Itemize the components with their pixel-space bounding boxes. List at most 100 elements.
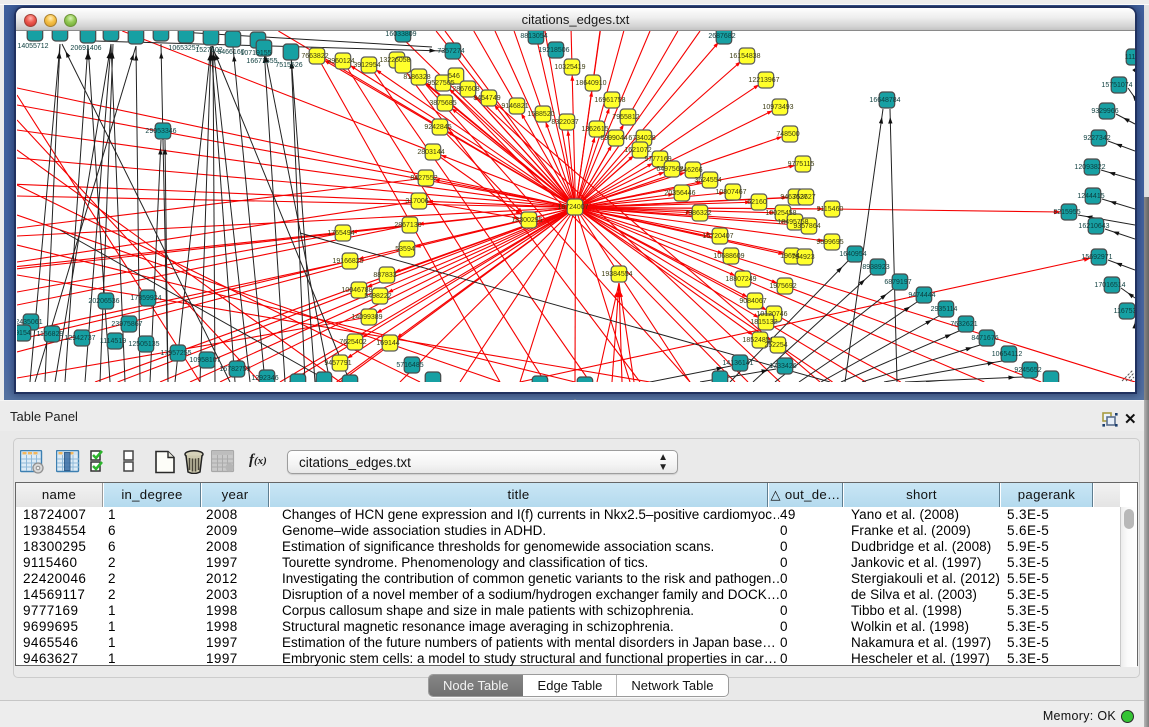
svg-text:1621072: 1621072 bbox=[624, 147, 651, 154]
svg-text:10325419: 10325419 bbox=[554, 64, 585, 71]
svg-text:16154838: 16154838 bbox=[729, 53, 760, 60]
svg-text:169144: 169144 bbox=[376, 340, 399, 347]
svg-text:1733426: 1733426 bbox=[769, 363, 796, 370]
svg-text:9777169: 9777169 bbox=[644, 156, 671, 163]
svg-text:15720407: 15720407 bbox=[702, 233, 733, 240]
svg-text:7357274: 7357274 bbox=[437, 48, 464, 55]
svg-text:746266: 746266 bbox=[679, 167, 702, 174]
svg-text:9329966: 9329966 bbox=[1091, 108, 1118, 115]
svg-text:10973493: 10973493 bbox=[762, 104, 793, 111]
svg-text:8427552: 8427552 bbox=[410, 175, 437, 182]
svg-text:14055712: 14055712 bbox=[17, 43, 48, 50]
svg-text:2935114: 2935114 bbox=[931, 306, 958, 313]
svg-text:1640954: 1640954 bbox=[839, 251, 866, 258]
svg-text:7955812: 7955812 bbox=[612, 114, 639, 121]
svg-text:3624554: 3624554 bbox=[694, 177, 721, 184]
svg-text:18640910: 18640910 bbox=[575, 80, 606, 87]
svg-text:2687682: 2687682 bbox=[708, 33, 735, 40]
svg-text:18807249: 18807249 bbox=[725, 276, 756, 283]
svg-text:1117: 1117 bbox=[1125, 54, 1135, 61]
svg-text:5498222: 5498222 bbox=[364, 293, 391, 300]
svg-text:8813054: 8813054 bbox=[520, 33, 547, 40]
svg-text:16782759: 16782759 bbox=[219, 366, 250, 373]
svg-text:10025458: 10025458 bbox=[765, 210, 796, 217]
svg-text:16961758: 16961758 bbox=[594, 97, 625, 104]
svg-text:9775115: 9775115 bbox=[788, 161, 815, 168]
svg-text:7632621: 7632621 bbox=[950, 321, 977, 328]
svg-text:5716485: 5716485 bbox=[396, 362, 423, 369]
svg-text:17359924: 17359924 bbox=[130, 295, 161, 302]
svg-text:10120746: 10120746 bbox=[756, 311, 787, 318]
svg-text:1114519: 1114519 bbox=[100, 338, 126, 345]
svg-text:9146821: 9146821 bbox=[501, 103, 528, 110]
svg-text:1362615: 1362615 bbox=[581, 126, 608, 133]
svg-text:10688609: 10688609 bbox=[713, 253, 744, 260]
svg-text:14099389: 14099389 bbox=[351, 314, 382, 321]
svg-text:20206536: 20206536 bbox=[88, 298, 119, 305]
svg-text:1588520: 1588520 bbox=[527, 111, 554, 118]
svg-text:13226058: 13226058 bbox=[379, 57, 410, 64]
svg-text:16033809: 16033809 bbox=[385, 31, 416, 38]
svg-text:9899695: 9899695 bbox=[816, 239, 843, 246]
svg-text:9084067: 9084067 bbox=[739, 298, 766, 305]
svg-text:9227342: 9227342 bbox=[1083, 135, 1110, 142]
svg-text:19166825: 19166825 bbox=[332, 258, 363, 265]
svg-text:6879197: 6879197 bbox=[884, 279, 911, 286]
svg-text:8938923: 8938923 bbox=[862, 264, 889, 271]
svg-text:17016514: 17016514 bbox=[1094, 282, 1125, 289]
svg-text:9115460: 9115460 bbox=[817, 206, 844, 213]
svg-text:753627: 753627 bbox=[792, 194, 815, 201]
svg-text:14136141: 14136141 bbox=[722, 360, 753, 367]
svg-text:8322037: 8322037 bbox=[551, 119, 578, 126]
svg-text:39154: 39154 bbox=[17, 330, 31, 337]
svg-text:887833: 887833 bbox=[373, 272, 396, 279]
svg-text:9357864: 9357864 bbox=[793, 223, 820, 230]
svg-text:3875685: 3875685 bbox=[429, 100, 456, 107]
svg-text:12505135: 12505135 bbox=[128, 341, 159, 348]
svg-text:8471676: 8471676 bbox=[971, 335, 998, 342]
svg-text:3912954: 3912954 bbox=[353, 62, 380, 69]
svg-text:53594: 53594 bbox=[395, 246, 415, 253]
svg-text:2435061: 2435061 bbox=[17, 319, 43, 326]
svg-text:7625402: 7625402 bbox=[339, 339, 366, 346]
svg-text:9245652: 9245652 bbox=[1014, 367, 1041, 374]
svg-text:6734028: 6734028 bbox=[628, 135, 655, 142]
svg-text:9457791: 9457791 bbox=[324, 360, 351, 367]
svg-text:3960124: 3960124 bbox=[327, 58, 354, 65]
svg-text:12213967: 12213967 bbox=[748, 77, 779, 84]
svg-text:20356446: 20356446 bbox=[664, 190, 695, 197]
svg-text:9474444: 9474444 bbox=[908, 292, 935, 299]
svg-text:748500: 748500 bbox=[776, 131, 799, 138]
svg-text:10807467: 10807467 bbox=[715, 189, 746, 196]
svg-text:15751074: 15751074 bbox=[1101, 82, 1132, 89]
svg-text:1244415: 1244415 bbox=[1077, 193, 1104, 200]
svg-text:10958107: 10958107 bbox=[189, 357, 220, 364]
svg-text:15692971: 15692971 bbox=[1081, 254, 1112, 261]
svg-text:12942737: 12942737 bbox=[64, 335, 95, 342]
svg-text:9242845: 9242845 bbox=[424, 124, 451, 131]
svg-text:546: 546 bbox=[448, 73, 460, 80]
svg-text:16210643: 16210643 bbox=[1078, 223, 1109, 230]
svg-text:19384554: 19384554 bbox=[601, 271, 632, 278]
svg-text:18724007: 18724007 bbox=[557, 204, 588, 211]
svg-text:29053346: 29053346 bbox=[145, 128, 176, 135]
svg-text:16648784: 16648784 bbox=[869, 97, 900, 104]
svg-text:16671355: 16671355 bbox=[246, 58, 277, 65]
svg-text:1975692: 1975692 bbox=[769, 283, 796, 290]
svg-text:23975867: 23975867 bbox=[111, 321, 142, 328]
svg-text:8215955: 8215955 bbox=[1053, 209, 1080, 216]
svg-text:1765494: 1765494 bbox=[327, 230, 354, 237]
svg-text:1292346: 1292346 bbox=[251, 375, 278, 382]
svg-text:8454749: 8454749 bbox=[473, 95, 500, 102]
svg-text:1815132: 1815132 bbox=[750, 319, 777, 326]
svg-text:7663822: 7663822 bbox=[301, 53, 328, 60]
svg-text:12093822: 12093822 bbox=[1074, 164, 1105, 171]
svg-text:17957255: 17957255 bbox=[160, 350, 191, 357]
svg-text:19218506: 19218506 bbox=[538, 47, 569, 54]
svg-text:7986322: 7986322 bbox=[684, 210, 711, 217]
svg-text:10719155: 10719155 bbox=[240, 50, 271, 57]
svg-text:754923: 754923 bbox=[791, 254, 814, 261]
svg-text:62160: 62160 bbox=[747, 199, 767, 206]
svg-text:2803144: 2803144 bbox=[417, 149, 444, 156]
svg-text:252254: 252254 bbox=[764, 342, 787, 349]
